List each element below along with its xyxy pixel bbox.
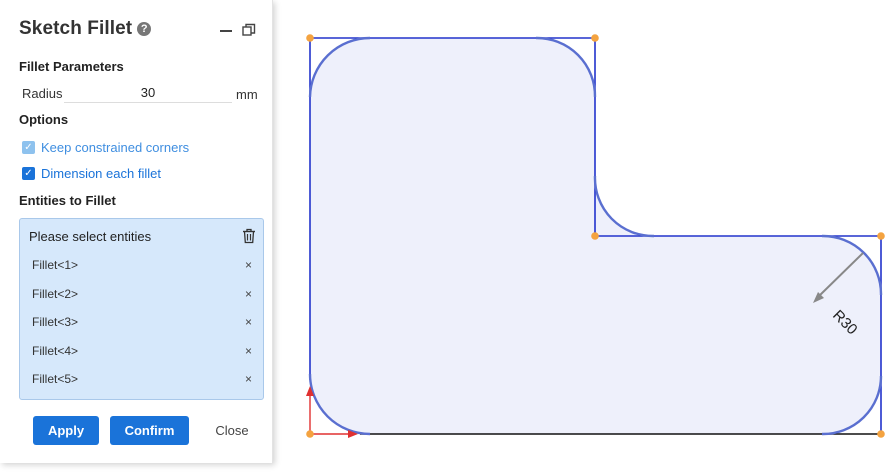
apply-button[interactable]: Apply <box>33 416 99 445</box>
remove-icon[interactable]: × <box>245 287 252 301</box>
radius-input[interactable] <box>64 82 232 103</box>
checkbox-checked-icon[interactable]: ✓ <box>22 140 35 154</box>
list-item[interactable]: Fillet<4> × <box>32 344 257 360</box>
panel-title: Sketch Fillet <box>19 18 133 39</box>
checkbox-checked-icon[interactable]: ✓ <box>22 166 35 180</box>
trash-icon[interactable] <box>242 228 256 244</box>
option-label: Dimension each fillet <box>41 165 161 181</box>
remove-icon[interactable]: × <box>245 344 252 358</box>
sketch-canvas[interactable]: R30 <box>272 0 895 473</box>
remove-icon[interactable]: × <box>245 372 252 386</box>
entity-label: Fillet<2> <box>32 287 79 301</box>
entity-label: Fillet<5> <box>32 372 79 386</box>
options-heading: Options <box>19 112 69 127</box>
corner-point <box>877 232 885 240</box>
panel-header: Sketch Fillet? <box>19 18 264 44</box>
corner-point <box>591 232 599 240</box>
remove-icon[interactable]: × <box>245 315 252 329</box>
entity-label: Fillet<1> <box>32 258 79 272</box>
dimension-each-fillet-option[interactable]: ✓ Dimension each fillet <box>22 165 161 181</box>
entity-selection-box[interactable]: Please select entities Fillet<1> × Fille… <box>19 218 264 400</box>
keep-constrained-corners-option[interactable]: ✓ Keep constrained corners <box>22 139 189 155</box>
list-item[interactable]: Fillet<1> × <box>32 258 257 274</box>
entities-heading: Entities to Fillet <box>19 193 116 208</box>
radius-unit: mm <box>236 87 258 102</box>
corner-point <box>591 34 599 42</box>
fillet-parameters-heading: Fillet Parameters <box>19 59 124 74</box>
entities-prompt: Please select entities <box>29 229 152 244</box>
minimize-icon[interactable] <box>220 30 232 32</box>
option-label: Keep constrained corners <box>41 139 190 155</box>
corner-point <box>306 34 314 42</box>
list-item[interactable]: Fillet<2> × <box>32 287 257 303</box>
entity-label: Fillet<3> <box>32 315 79 329</box>
list-item[interactable]: Fillet<5> × <box>32 372 257 388</box>
restore-icon[interactable] <box>242 23 256 37</box>
remove-icon[interactable]: × <box>245 258 252 272</box>
close-button[interactable]: Close <box>206 416 258 445</box>
entity-label: Fillet<4> <box>32 344 79 358</box>
radius-label: Radius <box>22 86 63 101</box>
corner-point <box>306 430 314 438</box>
corner-point <box>877 430 885 438</box>
confirm-button[interactable]: Confirm <box>110 416 189 445</box>
sketch-fillet-panel: Sketch Fillet? Fillet Parameters Radius … <box>0 0 273 463</box>
list-item[interactable]: Fillet<3> × <box>32 315 257 331</box>
help-icon[interactable]: ? <box>137 22 152 36</box>
